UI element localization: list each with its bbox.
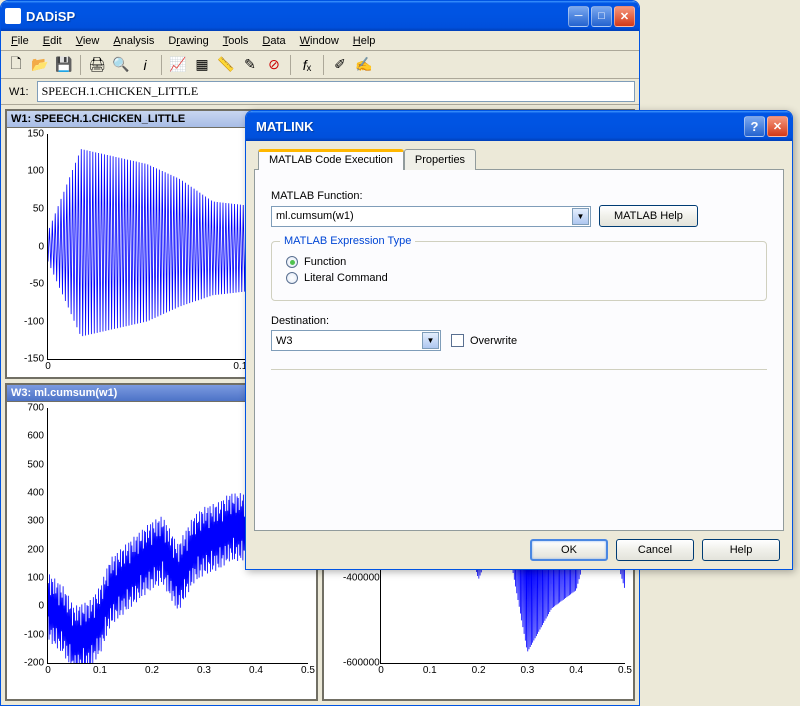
app-icon: [5, 8, 21, 24]
function-label: MATLAB Function:: [271, 190, 767, 202]
dialog-buttons: OK Cancel Help: [254, 531, 784, 561]
tab-panel: MATLAB Function: ml.cumsum(w1) ▼ MATLAB …: [254, 169, 784, 531]
toolbar: 🗋 📂 💾 🖨 🔍 i 📈 ▦ 📏 ✎ ⊘ fₓ ✐ ✍: [1, 51, 639, 79]
minimize-button[interactable]: ─: [568, 6, 589, 27]
help-button[interactable]: Help: [702, 539, 780, 561]
maximize-button[interactable]: □: [591, 6, 612, 27]
formula-input[interactable]: [37, 81, 635, 102]
dialog-close-button[interactable]: ✕: [767, 116, 788, 137]
matlink-dialog: MATLINK ? ✕ MATLAB Code Execution Proper…: [245, 110, 793, 570]
function-combo[interactable]: ml.cumsum(w1) ▼: [271, 206, 591, 227]
tab-code-execution[interactable]: MATLAB Code Execution: [258, 149, 404, 170]
expression-type-legend: MATLAB Expression Type: [280, 235, 415, 247]
radio-icon: [286, 256, 298, 268]
radio-icon: [286, 272, 298, 284]
save-icon[interactable]: 💾: [53, 54, 75, 76]
destination-value: W3: [276, 335, 293, 347]
menu-edit[interactable]: Edit: [37, 34, 68, 48]
destination-label: Destination:: [271, 315, 767, 327]
radio-literal[interactable]: Literal Command: [286, 270, 752, 286]
formula-label: W1:: [5, 84, 33, 100]
chevron-down-icon[interactable]: ▼: [572, 208, 589, 225]
dialog-titlebar[interactable]: MATLINK ? ✕: [246, 111, 792, 141]
separator: [271, 369, 767, 370]
dialog-title: MATLINK: [250, 119, 744, 134]
new-icon[interactable]: 🗋: [5, 54, 27, 76]
radio-function[interactable]: Function: [286, 254, 752, 270]
overwrite-checkbox[interactable]: Overwrite: [451, 332, 517, 349]
function-value: ml.cumsum(w1): [276, 210, 354, 222]
separator-icon: [80, 55, 81, 75]
dialog-help-icon[interactable]: ?: [744, 116, 765, 137]
note-icon[interactable]: ✍: [353, 54, 375, 76]
ruler-icon[interactable]: 📏: [215, 54, 237, 76]
menu-file[interactable]: File: [5, 34, 35, 48]
preview-icon[interactable]: 🔍: [110, 54, 132, 76]
edit-icon[interactable]: ✐: [329, 54, 351, 76]
destination-combo[interactable]: W3 ▼: [271, 330, 441, 351]
tab-strip: MATLAB Code Execution Properties: [258, 149, 784, 170]
menu-help[interactable]: Help: [347, 34, 382, 48]
chart-icon[interactable]: 📈: [167, 54, 189, 76]
app-title: DADiSP: [26, 9, 568, 24]
menu-window[interactable]: Window: [294, 34, 345, 48]
formula-bar: W1:: [1, 79, 639, 105]
stop-icon[interactable]: ⊘: [263, 54, 285, 76]
radio-function-label: Function: [304, 256, 346, 268]
menubar: File Edit View Analysis Drawing Tools Da…: [1, 31, 639, 51]
info-icon[interactable]: i: [134, 54, 156, 76]
fx-icon[interactable]: fₓ: [296, 54, 318, 76]
print-icon[interactable]: 🖨: [86, 54, 108, 76]
overwrite-label: Overwrite: [470, 335, 517, 347]
pencil-icon[interactable]: ✎: [239, 54, 261, 76]
chevron-down-icon[interactable]: ▼: [422, 332, 439, 349]
radio-literal-label: Literal Command: [304, 272, 388, 284]
open-icon[interactable]: 📂: [29, 54, 51, 76]
grid-icon[interactable]: ▦: [191, 54, 213, 76]
menu-tools[interactable]: Tools: [217, 34, 255, 48]
expression-type-group: MATLAB Expression Type Function Literal …: [271, 241, 767, 301]
separator-icon: [161, 55, 162, 75]
menu-view[interactable]: View: [70, 34, 106, 48]
ok-button[interactable]: OK: [530, 539, 608, 561]
menu-analysis[interactable]: Analysis: [107, 34, 160, 48]
separator-icon: [290, 55, 291, 75]
tab-properties[interactable]: Properties: [404, 149, 476, 170]
menu-data[interactable]: Data: [256, 34, 291, 48]
menu-drawing[interactable]: Drawing: [162, 34, 214, 48]
cancel-button[interactable]: Cancel: [616, 539, 694, 561]
separator-icon: [323, 55, 324, 75]
close-button[interactable]: ✕: [614, 6, 635, 27]
matlab-help-button[interactable]: MATLAB Help: [599, 205, 698, 227]
checkbox-icon: [451, 334, 464, 347]
main-titlebar[interactable]: DADiSP ─ □ ✕: [1, 1, 639, 31]
